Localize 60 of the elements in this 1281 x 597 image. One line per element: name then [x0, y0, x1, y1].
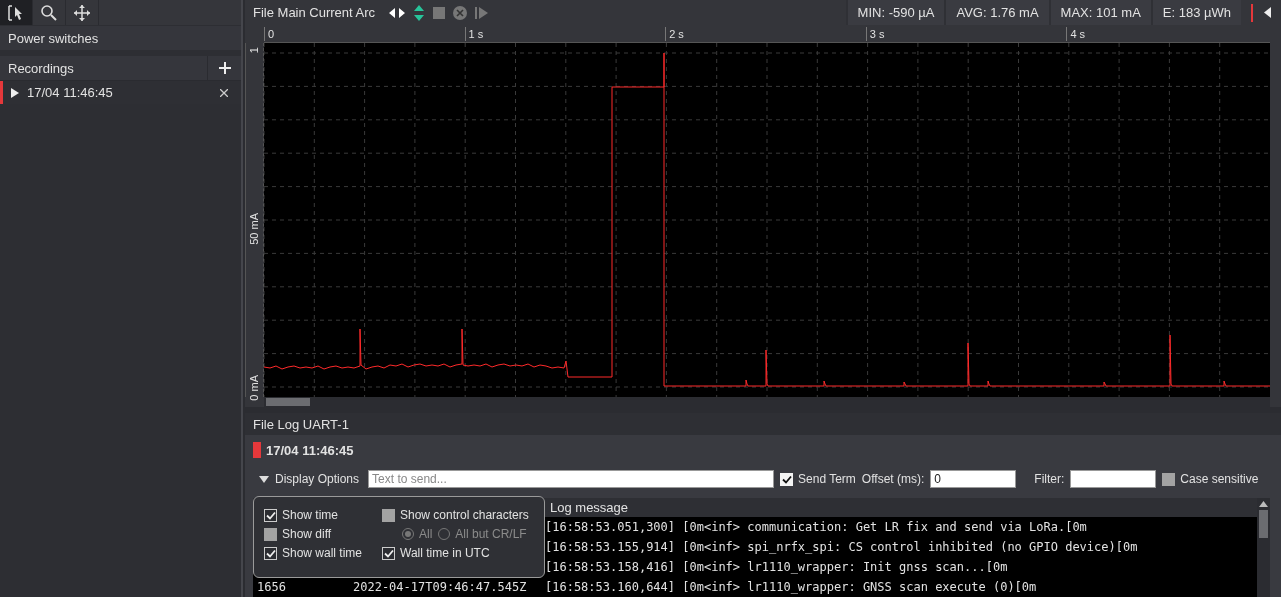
x-axis-label: 2 s: [665, 27, 684, 41]
power-switches-heading: Power switches: [8, 30, 99, 46]
expand-triangle-icon[interactable]: [11, 87, 19, 98]
scrollbar-thumb[interactable]: [1259, 510, 1268, 538]
log-panel-title: File Log UART-1: [253, 416, 349, 432]
checkmark-icon: [781, 474, 792, 484]
x-axis-label: 0: [264, 27, 275, 41]
filter-label: Filter:: [1034, 472, 1065, 486]
horizontal-arrows-icon[interactable]: [389, 6, 406, 19]
x-axis-label: 3 s: [865, 27, 885, 41]
display-options-toggle[interactable]: Display Options: [253, 472, 363, 486]
step-forward-icon[interactable]: [475, 6, 490, 19]
option-checkbox[interactable]: Show wall time: [264, 546, 382, 560]
caret-icon: [259, 475, 269, 483]
recordings-heading: Recordings: [8, 60, 74, 76]
option-checkbox[interactable]: Show control characters: [382, 508, 534, 522]
scrollbar-thumb[interactable]: [266, 398, 310, 406]
case-sensitive-checkbox[interactable]: Case sensitive: [1162, 472, 1259, 486]
checkmark-icon: [265, 510, 276, 520]
close-icon: [220, 88, 228, 97]
move-icon: [73, 3, 91, 22]
range-marker: [1251, 3, 1253, 22]
scroll-up-icon[interactable]: [1259, 501, 1268, 507]
send-term-checkbox[interactable]: Send Term: [780, 472, 856, 486]
stat-readout: E: 183 µWh: [1150, 0, 1241, 25]
option-checkbox[interactable]: Show time: [264, 508, 382, 522]
y-axis-label: 0 mA: [248, 375, 261, 401]
offset-field[interactable]: 0: [930, 470, 1017, 488]
stop-icon[interactable]: [433, 6, 446, 19]
log-message-cell: [16:58:53.155,914] [0m<inf> spi_nrfx_spi: CS control inhibited (no GPIO device)[0m: [545, 540, 1138, 554]
stat-readout: MAX: 101 mA: [1048, 0, 1151, 25]
row-index: 1656: [257, 580, 286, 594]
offset-label: Offset (ms):: [861, 472, 925, 486]
send-text-field[interactable]: Text to send...: [368, 470, 775, 488]
cursor-icon: [7, 3, 25, 22]
timestamp-cell: 2022-04-17T09:46:47.545Z: [353, 580, 527, 594]
column-header[interactable]: Log message: [550, 500, 629, 515]
checkmark-icon: [265, 548, 276, 558]
recording-label: 17/04 11:46:45: [27, 85, 114, 100]
filter-field[interactable]: [1070, 470, 1157, 488]
left-triangle-icon: [1263, 7, 1271, 18]
x-axis-label: 1 s: [464, 27, 484, 41]
y-axis-label: 50 mA: [248, 213, 261, 245]
stat-readout: AVG: 1.76 mA: [944, 0, 1049, 25]
option-checkbox[interactable]: Show diff: [264, 527, 382, 541]
cancel-icon[interactable]: [453, 5, 468, 20]
x-axis-label: 4 s: [1066, 27, 1086, 41]
plus-icon: [218, 62, 231, 74]
log-message-cell: [16:58:53.051,300] [0m<inf> communication: Get LR fix and send via LoRa.[0m: [545, 520, 1087, 534]
stat-readout: MIN: -590 µA: [845, 0, 945, 25]
search-icon: [40, 3, 58, 22]
chart-title: File Main Current Arc: [253, 5, 376, 20]
y-axis-label: 1: [248, 47, 261, 54]
vertical-arrows-icon[interactable]: [413, 4, 426, 21]
log-message-cell: [16:58:53.158,416] [0m<inf> lr1110_wrapper: Init gnss scan...[0m: [545, 560, 1008, 574]
checkmark-icon: [383, 548, 394, 558]
pointer-tool-button[interactable]: [0, 0, 33, 25]
option-checkbox[interactable]: Wall time in UTC: [382, 546, 534, 560]
log-message-cell: [16:58:53.160,644] [0m<inf> lr1110_wrapper: GNSS scan execute (0)[0m: [545, 580, 1037, 594]
recording-label: 17/04 11:46:45: [266, 442, 354, 458]
